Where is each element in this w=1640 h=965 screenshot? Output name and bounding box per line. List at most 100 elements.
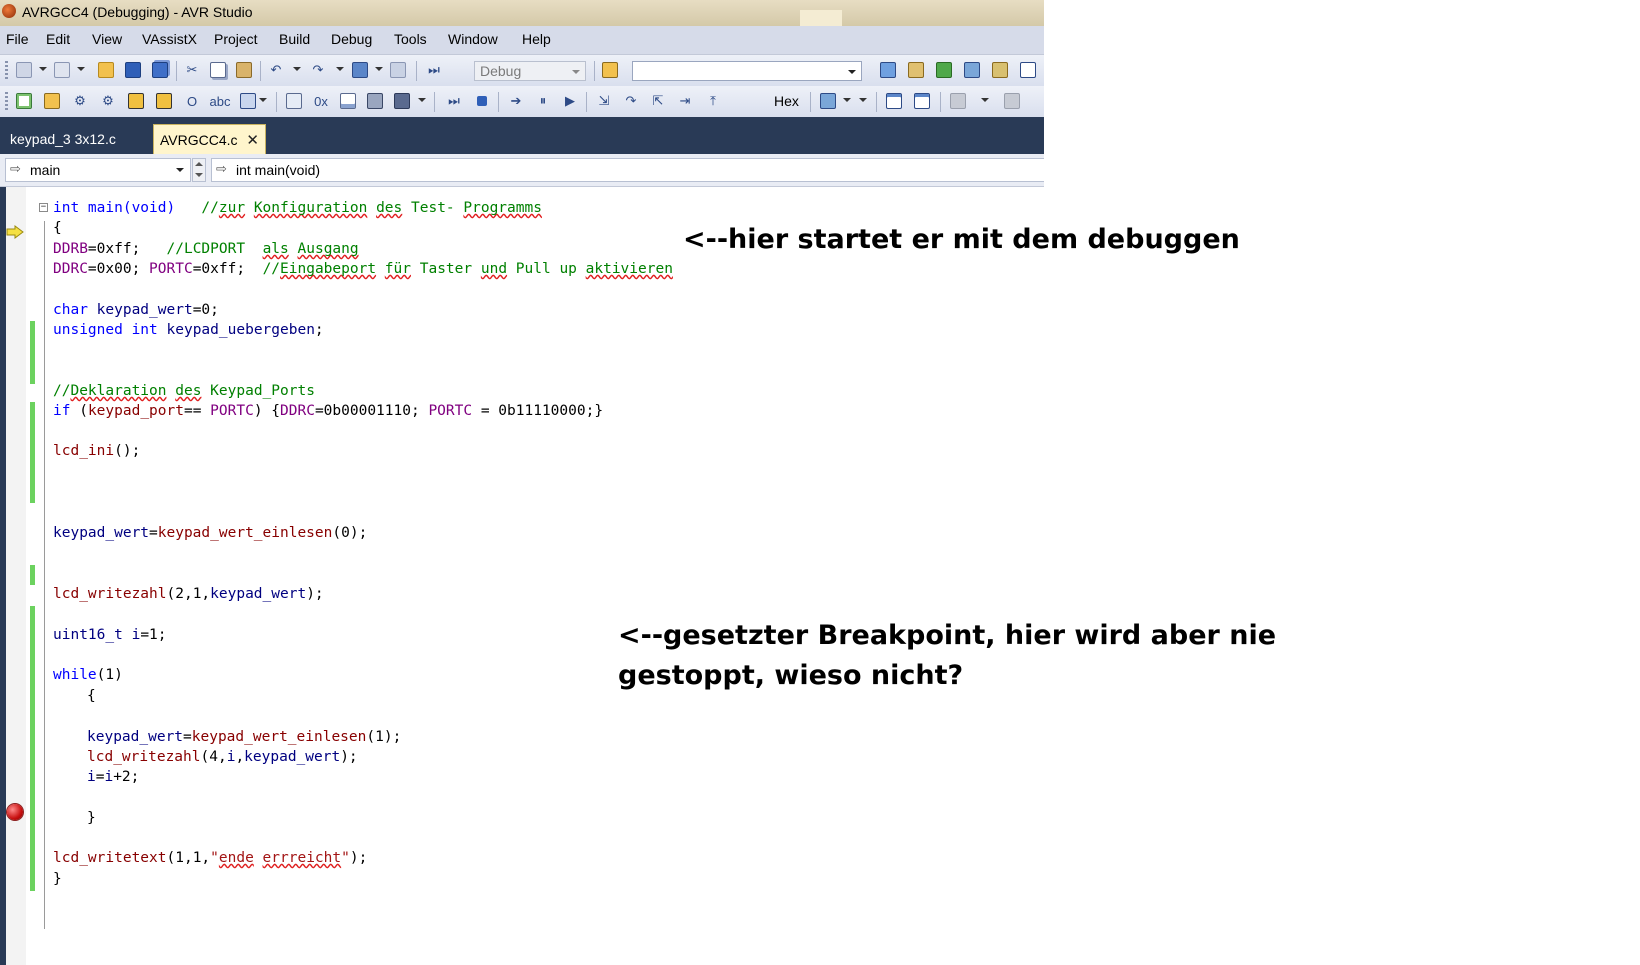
member-value: int main(void) — [236, 162, 321, 178]
disabled-tool-icon[interactable] — [1002, 91, 1022, 111]
watch-dropdown[interactable] — [843, 98, 851, 102]
run-to-cursor-icon[interactable]: ⇥ — [675, 91, 695, 111]
undo-dropdown[interactable] — [293, 67, 301, 71]
menu-window[interactable]: Window — [448, 31, 498, 47]
chevron-up-icon[interactable] — [195, 162, 203, 166]
save-icon[interactable] — [123, 60, 143, 80]
code-line-28: lcd_writezahl(4,i,keypad_wert); — [87, 749, 358, 765]
step-over-icon[interactable]: ⏭ — [444, 91, 464, 111]
step-over-line-icon[interactable]: ↷ — [621, 91, 641, 111]
solution-explorer-icon[interactable] — [878, 60, 898, 80]
navigate-icon[interactable] — [350, 60, 370, 80]
disassembly-icon[interactable] — [338, 91, 358, 111]
build-icon[interactable]: ⏭ — [424, 60, 444, 80]
code-editor[interactable]: − int main(void) //zur Konfiguration des… — [0, 187, 1044, 965]
grid-icon[interactable] — [912, 91, 932, 111]
open-icon[interactable] — [96, 60, 116, 80]
extension-icon[interactable] — [990, 60, 1010, 80]
menu-view[interactable]: View — [92, 31, 122, 47]
registers-icon[interactable] — [284, 91, 304, 111]
watch-window-icon[interactable] — [818, 91, 838, 111]
attach-icon[interactable] — [126, 91, 146, 111]
breakpoint-icon[interactable] — [7, 804, 23, 820]
copy-icon[interactable] — [208, 60, 228, 80]
undo-icon[interactable]: ↶ — [266, 60, 286, 80]
tab-keypad-3x12[interactable]: keypad_3 3x12.c — [4, 124, 152, 154]
configuration-value: Debug — [480, 63, 522, 79]
navigation-bar: ⇨ main ⇨ int main(void) — [0, 154, 1044, 187]
configuration-select[interactable]: Debug — [474, 61, 586, 81]
properties-icon[interactable] — [906, 60, 926, 80]
hex-toggle[interactable]: Hex — [774, 93, 799, 109]
redo-dropdown[interactable] — [336, 67, 344, 71]
tab-label: keypad_3 3x12.c — [10, 131, 116, 147]
step-out-icon[interactable]: ⇱ — [648, 91, 668, 111]
toolbar-grip[interactable] — [5, 92, 8, 112]
toolbar-overflow[interactable] — [259, 98, 267, 102]
toolbar-separator — [810, 92, 811, 112]
calendar-icon[interactable] — [884, 91, 904, 111]
menu-file[interactable]: File — [6, 31, 29, 47]
checklist-icon[interactable] — [14, 91, 34, 111]
menu-build[interactable]: Build — [279, 31, 310, 47]
chevron-down-icon — [848, 70, 856, 74]
reset-icon[interactable]: ⤒ — [703, 91, 723, 111]
toolbox-icon[interactable] — [962, 60, 982, 80]
modules-icon[interactable]: ⚙ — [98, 91, 118, 111]
watch-icon[interactable]: O — [182, 91, 202, 111]
memory-icon[interactable]: 0x — [311, 91, 331, 111]
app-icon — [2, 4, 16, 18]
object-browser-icon[interactable] — [934, 60, 954, 80]
collapse-toggle[interactable]: − — [39, 203, 48, 212]
menu-debug[interactable]: Debug — [331, 31, 372, 47]
disabled-tool-icon[interactable] — [948, 91, 968, 111]
spellcheck-icon[interactable]: abc — [210, 91, 231, 111]
new-project-icon[interactable] — [14, 60, 34, 80]
show-next-statement-icon[interactable]: ➔ — [506, 91, 526, 111]
tab-avrgcc4[interactable]: AVRGCC4.c ✕ — [153, 124, 266, 154]
menu-project[interactable]: Project — [214, 31, 258, 47]
menu-help[interactable]: Help — [522, 31, 551, 47]
find-in-files-icon[interactable] — [600, 60, 620, 80]
indicator-margin[interactable] — [6, 187, 26, 965]
close-icon[interactable]: ✕ — [246, 131, 259, 149]
redo-icon[interactable]: ↷ — [308, 60, 328, 80]
toolbar-separator — [434, 92, 435, 112]
tools-icon[interactable]: ⚙ — [70, 91, 90, 111]
menu-vassistx[interactable]: VAssistX — [142, 31, 197, 47]
add-item-dropdown[interactable] — [77, 67, 85, 71]
navigate-dropdown[interactable] — [375, 67, 383, 71]
menu-tools[interactable]: Tools — [394, 31, 427, 47]
scope-spinner[interactable] — [192, 158, 206, 182]
code-line-17: keypad_wert=keypad_wert_einlesen(0); — [53, 525, 368, 541]
navigate-forward-icon[interactable] — [388, 60, 408, 80]
detach-icon[interactable] — [154, 91, 174, 111]
toolbar-overflow[interactable] — [981, 98, 989, 102]
processor-icon[interactable] — [392, 91, 412, 111]
window-icon[interactable] — [1018, 60, 1038, 80]
member-dropdown[interactable]: ⇨ int main(void) — [211, 158, 1044, 182]
save-all-icon[interactable] — [150, 60, 170, 80]
new-project-dropdown[interactable] — [39, 67, 47, 71]
stop-debugging-icon[interactable] — [472, 91, 492, 111]
code-line-27: keypad_wert=keypad_wert_einlesen(1); — [87, 729, 402, 745]
toolbar-grip[interactable] — [5, 61, 8, 81]
add-item-icon[interactable] — [52, 60, 72, 80]
menu-edit[interactable]: Edit — [46, 31, 70, 47]
break-all-icon[interactable]: ⏸ — [533, 91, 553, 111]
toolbar-overflow[interactable] — [418, 98, 426, 102]
chevron-down-icon[interactable] — [195, 173, 203, 177]
step-into-icon[interactable]: ⇲ — [594, 91, 614, 111]
code-line-29: i=i+2; — [87, 769, 140, 785]
find-input[interactable] — [632, 61, 862, 81]
cut-icon[interactable]: ✂ — [182, 60, 202, 80]
toolbar-overflow[interactable] — [859, 98, 867, 102]
io-view-icon[interactable] — [365, 91, 385, 111]
paste-icon[interactable] — [234, 60, 254, 80]
scope-dropdown[interactable]: ⇨ main — [5, 158, 191, 182]
run-icon[interactable]: ▶ — [560, 91, 580, 111]
open-project-icon[interactable] — [42, 91, 62, 111]
copy-window-icon[interactable] — [238, 91, 258, 111]
menu-bar: File Edit View VAssistX Project Build De… — [0, 26, 1044, 55]
toolbar-separator — [416, 61, 417, 81]
